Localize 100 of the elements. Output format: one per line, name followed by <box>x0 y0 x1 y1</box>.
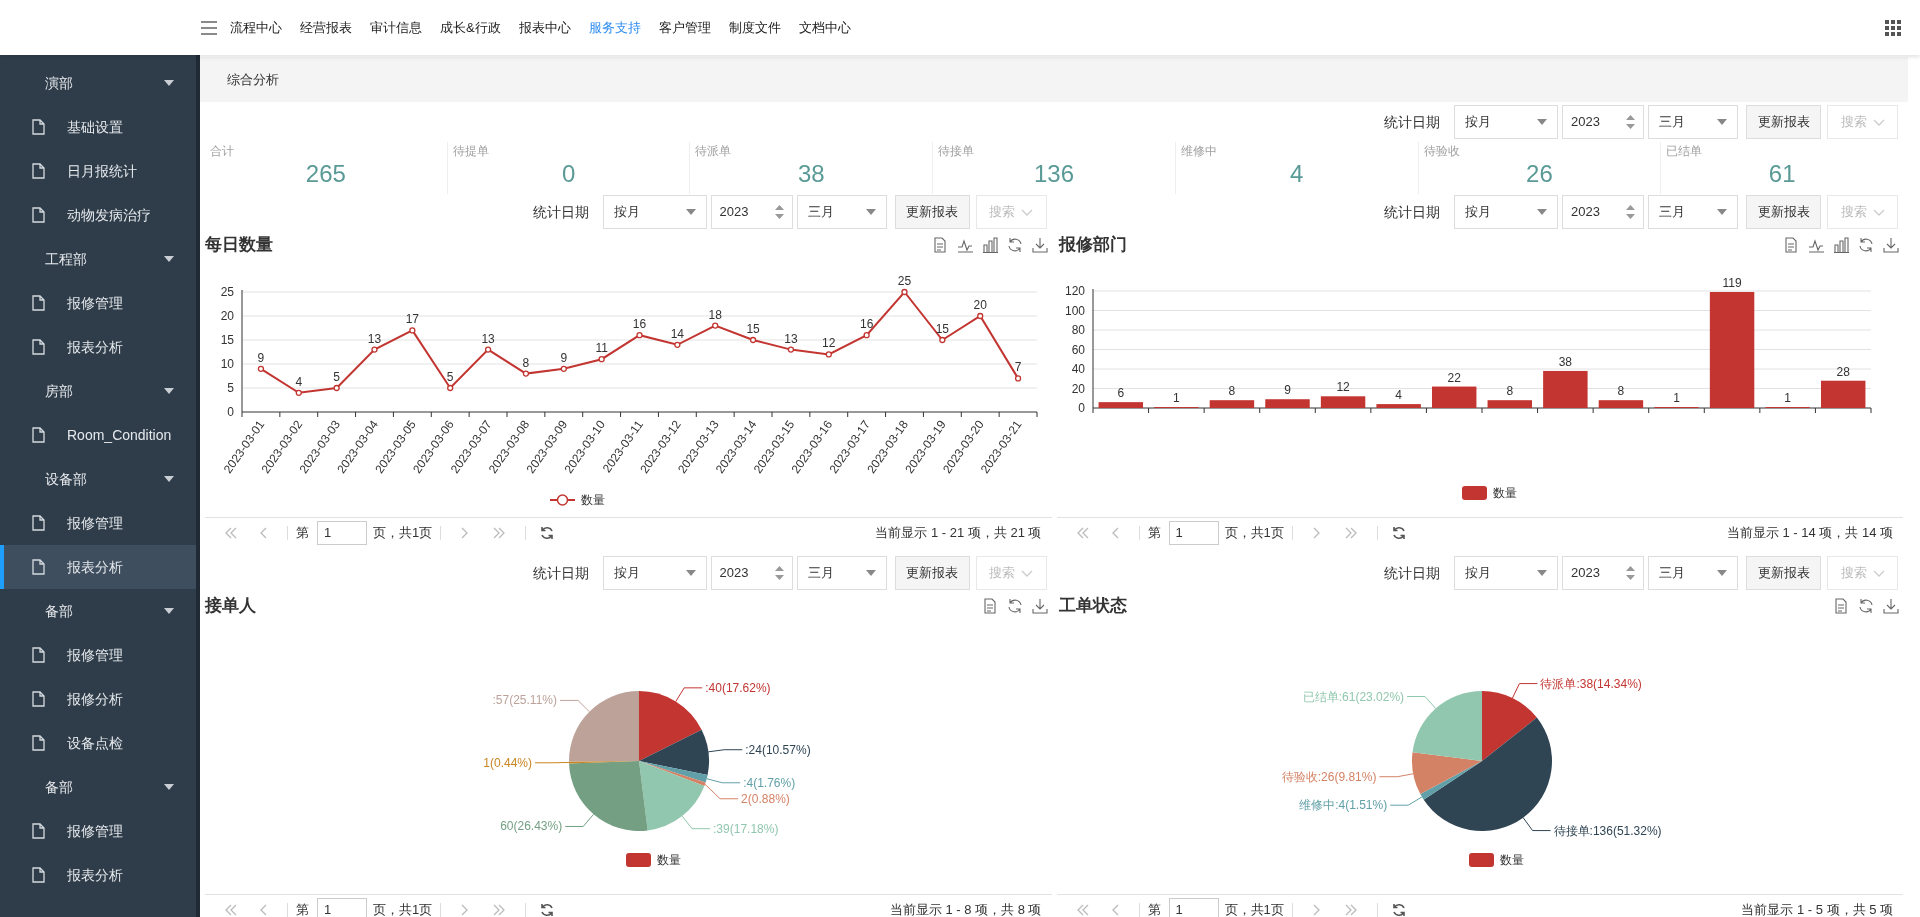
stat-value: 0 <box>561 160 576 188</box>
filter-label: 统计日期 <box>1384 112 1440 132</box>
axis-tick-label: 80 <box>1071 323 1085 337</box>
pagination-summary: 当前显示 1 - 14 项，共 14 项 <box>1726 523 1893 542</box>
legend-label: 数量 <box>1492 486 1517 500</box>
data-label: 11 <box>595 341 608 356</box>
data-label: 5 <box>446 370 454 384</box>
slice-label: 待接单:136(51.32%) <box>1553 823 1662 838</box>
data-label: 15 <box>935 322 950 336</box>
stat-label: 待接单 <box>938 143 975 160</box>
stat-label: 待提单 <box>452 143 489 160</box>
page-label: 第 <box>296 900 309 917</box>
data-label: 12 <box>822 336 836 351</box>
data-label: 20 <box>973 298 987 312</box>
page-total: 页，共1页 <box>373 900 433 917</box>
stat-value: 4 <box>1290 160 1304 188</box>
data-label: 13 <box>481 331 495 346</box>
axis-tick-label: 10 <box>220 357 234 371</box>
data-label: 8 <box>522 355 530 370</box>
data-label: 25 <box>897 274 912 288</box>
slice-label: :40(17.62%) <box>705 680 771 695</box>
data-label: 9 <box>1283 383 1291 398</box>
legend-label: 数量 <box>1499 853 1524 867</box>
slice-label: :24(10.57%) <box>745 742 811 757</box>
data-label: 22 <box>1447 370 1461 385</box>
data-label: 1 <box>1672 391 1680 405</box>
slice-label: 待验收:26(9.81%) <box>1281 769 1376 784</box>
stat-value: 136 <box>1034 160 1075 188</box>
stat-label: 待派单 <box>695 143 732 160</box>
page-label: 第 <box>1147 523 1161 542</box>
data-label: 14 <box>670 326 685 341</box>
axis-tick-label: 0 <box>227 405 234 419</box>
legend-label: 数量 <box>581 493 605 507</box>
breadcrumb: 综合分析 <box>227 70 279 89</box>
axis-tick-label: 60 <box>1071 342 1085 357</box>
page-total: 页，共1页 <box>373 523 433 542</box>
stat-value: 26 <box>1526 160 1553 188</box>
data-label: 13 <box>784 331 798 346</box>
slice-label: :39(17.18%) <box>713 821 779 836</box>
data-label: 17 <box>405 312 420 327</box>
data-label: 16 <box>632 317 647 332</box>
data-label: 4 <box>295 374 303 389</box>
chart-title: 工单状态 <box>1057 595 1127 618</box>
axis-tick-label: 5 <box>227 381 234 395</box>
data-label: 18 <box>708 307 722 322</box>
axis-tick-label: 0 <box>1077 401 1085 415</box>
data-label: 119 <box>1722 276 1742 290</box>
data-label: 13 <box>367 331 382 346</box>
axis-tick-label: 120 <box>1064 284 1085 298</box>
data-label: 1 <box>1783 391 1791 405</box>
stat-label: 待验收 <box>1423 143 1460 160</box>
data-label: 6 <box>1116 386 1124 401</box>
page-total: 页，共1页 <box>1224 900 1284 917</box>
data-label: 8 <box>1505 384 1513 399</box>
slice-label: 2(0.88%) <box>741 791 790 806</box>
data-label: 8 <box>1228 384 1235 399</box>
pagination-summary: 当前显示 1 - 5 项，共 5 项 <box>1741 900 1893 917</box>
slice-label: 60(26.43%) <box>500 819 563 834</box>
chart-title: 每日数量 <box>205 234 273 257</box>
stat-value: 61 <box>1768 160 1796 188</box>
data-label: 9 <box>560 350 568 365</box>
data-label: 7 <box>1014 360 1022 375</box>
data-label: 4 <box>1394 388 1402 403</box>
stat-value: 265 <box>305 160 346 188</box>
filter-label: 统计日期 <box>1384 563 1440 583</box>
filter-label: 统计日期 <box>532 563 589 583</box>
axis-tick-label: 20 <box>1071 381 1085 396</box>
data-label: 16 <box>859 317 874 332</box>
data-label: 38 <box>1558 354 1572 369</box>
page-label: 第 <box>1147 900 1161 917</box>
page-label: 第 <box>296 523 309 542</box>
stat-label: 已结单 <box>1666 143 1703 160</box>
slice-label: 1(0.44%) <box>483 755 532 770</box>
filter-label: 统计日期 <box>532 202 589 222</box>
pagination-summary: 当前显示 1 - 8 项，共 8 项 <box>889 900 1042 917</box>
slice-label: 已结单:61(23.02%) <box>1302 689 1404 704</box>
data-label: 28 <box>1836 364 1850 379</box>
axis-tick-label: 40 <box>1071 362 1085 376</box>
data-label: 9 <box>257 350 265 365</box>
data-label: 12 <box>1335 380 1350 395</box>
chart-title: 报修部门 <box>1057 234 1127 257</box>
legend-label: 数量 <box>657 853 681 867</box>
slice-label: :57(25.11%) <box>492 693 557 708</box>
slice-label: :4(1.76%) <box>743 775 796 790</box>
filter-label: 统计日期 <box>1384 202 1440 222</box>
axis-tick-label: 100 <box>1064 303 1085 318</box>
axis-tick-label: 15 <box>220 333 234 347</box>
data-label: 5 <box>333 370 340 384</box>
slice-label: 待派单:38(14.34%) <box>1539 676 1642 691</box>
data-label: 8 <box>1617 384 1624 399</box>
page-total: 页，共1页 <box>1224 523 1284 542</box>
pagination-summary: 当前显示 1 - 21 项，共 21 项 <box>875 523 1042 542</box>
stat-label: 维修中 <box>1180 143 1217 160</box>
data-label: 15 <box>746 322 760 336</box>
stat-label: 合计 <box>210 143 234 160</box>
stat-value: 38 <box>797 160 825 188</box>
slice-label: 维修中:4(1.51%) <box>1298 798 1387 813</box>
axis-tick-label: 25 <box>220 285 234 299</box>
axis-tick-label: 20 <box>220 309 234 323</box>
data-label: 1 <box>1172 391 1180 405</box>
